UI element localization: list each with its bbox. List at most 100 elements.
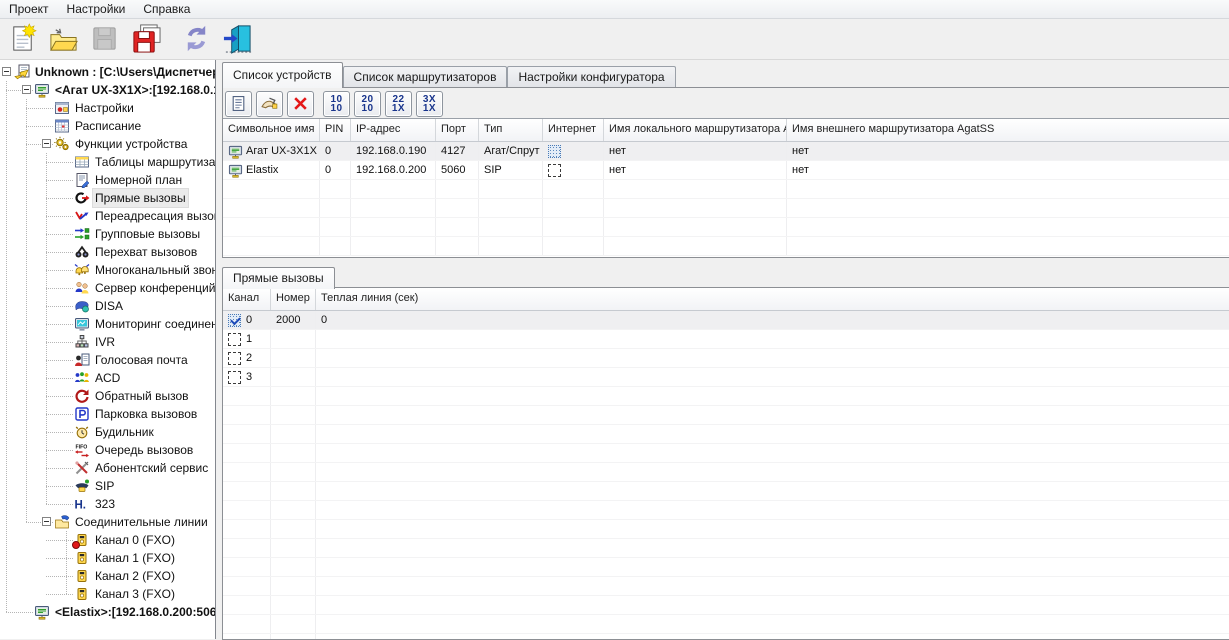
- direct-calls-row[interactable]: 1: [223, 330, 1229, 349]
- tree-item-sip[interactable]: SIP: [0, 477, 215, 495]
- direct-calls-row[interactable]: 3: [223, 368, 1229, 387]
- column-header[interactable]: Тип: [479, 119, 543, 141]
- column-header[interactable]: Интернет: [543, 119, 604, 141]
- tree-item-call-parking[interactable]: Парковка вызовов: [0, 405, 215, 423]
- tree-item-acd[interactable]: ACD: [0, 369, 215, 387]
- tree-item-functions[interactable]: Функции устройства: [0, 135, 215, 153]
- direct-calls-row[interactable]: [223, 615, 1229, 634]
- column-header[interactable]: PIN: [320, 119, 351, 141]
- device-type-3x-1x-button[interactable]: 3X 1X: [416, 91, 443, 117]
- tree-item-schedule[interactable]: Расписание: [0, 117, 215, 135]
- tree-item-call-forwarding[interactable]: Переадресация вызовов: [0, 207, 215, 225]
- direct-calls-row[interactable]: 2: [223, 349, 1229, 368]
- tab-router-list[interactable]: Список маршрутизаторов: [343, 66, 508, 87]
- cell: [787, 237, 1229, 255]
- tree-item-trunk-lines[interactable]: Соединительные линии: [0, 513, 215, 531]
- direct-calls-row[interactable]: [223, 444, 1229, 463]
- tree-item-number-plan[interactable]: Номерной план: [0, 171, 215, 189]
- column-header[interactable]: Имя локального маршрутизатора AgatSS: [604, 119, 787, 141]
- tree-item-subscriber-service[interactable]: Абонентский сервис: [0, 459, 215, 477]
- direct-calls-row[interactable]: 020000: [223, 311, 1229, 330]
- cell: [604, 199, 787, 217]
- save-all-button[interactable]: [126, 21, 164, 57]
- tree-item-direct-calls[interactable]: Прямые вызовы: [0, 189, 215, 207]
- tab-device-list[interactable]: Список устройств: [222, 62, 343, 88]
- tree-item-voicemail[interactable]: Голосовая почта: [0, 351, 215, 369]
- direct-calls-row[interactable]: [223, 463, 1229, 482]
- device-type-22-1x-button[interactable]: 22 1X: [385, 91, 412, 117]
- direct-calls-row[interactable]: [223, 501, 1229, 520]
- tree-item-multichannel-ring[interactable]: Многоканальный звонок: [0, 261, 215, 279]
- tree-item-monitoring[interactable]: Мониторинг соединений: [0, 315, 215, 333]
- tree-item-routing-tables[interactable]: Таблицы маршрутизации: [0, 153, 215, 171]
- tree-item-channel[interactable]: Канал 1 (FXO): [0, 549, 215, 567]
- device-table-row[interactable]: [223, 218, 1229, 237]
- tree-item-disa[interactable]: DISA: [0, 297, 215, 315]
- column-header[interactable]: Имя внешнего маршрутизатора AgatSS: [787, 119, 1229, 141]
- direct-calls-row[interactable]: [223, 482, 1229, 501]
- tree-item-call-queue[interactable]: FIFOОчередь вызовов: [0, 441, 215, 459]
- delete-device-button[interactable]: [287, 91, 314, 117]
- device-properties-button[interactable]: [225, 91, 252, 117]
- direct-calls-row[interactable]: [223, 406, 1229, 425]
- column-header[interactable]: Символьное имя: [223, 119, 320, 141]
- tab-configurator-settings[interactable]: Настройки конфигуратора: [507, 66, 675, 87]
- channel-checkbox[interactable]: [228, 352, 241, 365]
- device-table-row[interactable]: [223, 180, 1229, 199]
- column-header[interactable]: Канал: [223, 288, 271, 310]
- tree-item-ivr[interactable]: IVR: [0, 333, 215, 351]
- direct-calls-row[interactable]: [223, 539, 1229, 558]
- tree-item-device[interactable]: <Elastix>:[192.168.0.200:5060]: [0, 603, 215, 621]
- refresh-button[interactable]: [177, 21, 215, 57]
- column-header[interactable]: Порт: [436, 119, 479, 141]
- device-table-row[interactable]: [223, 237, 1229, 256]
- column-header[interactable]: Теплая линия (сек): [316, 288, 1229, 310]
- tree-item-project[interactable]: Unknown : [C:\Users\Диспетчер: [0, 63, 215, 81]
- device-icon: [34, 82, 50, 98]
- tree-expander-minus[interactable]: [22, 85, 31, 94]
- direct-calls-row[interactable]: [223, 558, 1229, 577]
- direct-calls-row[interactable]: [223, 634, 1229, 639]
- channel-checkbox[interactable]: [228, 333, 241, 346]
- new-project-button[interactable]: [3, 21, 41, 57]
- internet-checkbox[interactable]: [548, 145, 561, 158]
- direct-calls-row[interactable]: [223, 425, 1229, 444]
- channel-checkbox[interactable]: [228, 314, 241, 327]
- internet-checkbox[interactable]: [548, 164, 561, 177]
- tree-item-device[interactable]: <Агат UX-3X1X>:[192.168.0.190:4127]: [0, 81, 215, 99]
- menu-help[interactable]: Справка: [134, 1, 199, 17]
- exit-button[interactable]: [218, 21, 256, 57]
- tree-expander-minus[interactable]: [2, 67, 11, 76]
- tree-item-group-calls[interactable]: Групповые вызовы: [0, 225, 215, 243]
- device-type-20-10-button[interactable]: 20 10: [354, 91, 381, 117]
- tree-item-channel[interactable]: Канал 2 (FXO): [0, 567, 215, 585]
- tree-item-alarm[interactable]: Будильник: [0, 423, 215, 441]
- device-table-row[interactable]: [223, 199, 1229, 218]
- tree-item-label: ACD: [93, 369, 122, 387]
- direct-calls-row[interactable]: [223, 520, 1229, 539]
- menu-project[interactable]: Проект: [0, 1, 58, 17]
- column-header[interactable]: IP-адрес: [351, 119, 436, 141]
- direct-calls-row[interactable]: [223, 387, 1229, 406]
- tree-item-call-pickup[interactable]: Перехват вызовов: [0, 243, 215, 261]
- tree-expander-minus[interactable]: [42, 139, 51, 148]
- device-table-row[interactable]: Elastix0192.168.0.2005060SIPнетнет: [223, 161, 1229, 180]
- direct-calls-row[interactable]: [223, 596, 1229, 615]
- channel-checkbox[interactable]: [228, 371, 241, 384]
- open-project-button[interactable]: [44, 21, 82, 57]
- edit-device-button[interactable]: [256, 91, 283, 117]
- tree-item-channel[interactable]: Канал 3 (FXO): [0, 585, 215, 603]
- column-header[interactable]: Номер: [271, 288, 316, 310]
- tree-item-conference-server[interactable]: Сервер конференций: [0, 279, 215, 297]
- devices-table-header: Символьное имяPINIP-адресПортТипИнтернет…: [223, 119, 1229, 142]
- tree-item-settings[interactable]: Настройки: [0, 99, 215, 117]
- device-table-row[interactable]: Агат UX-3X1X0192.168.0.1904127Агат/Спрут…: [223, 142, 1229, 161]
- direct-calls-row[interactable]: [223, 577, 1229, 596]
- tab-direct-calls[interactable]: Прямые вызовы: [222, 267, 335, 289]
- tree-item-channel[interactable]: Канал 0 (FXO): [0, 531, 215, 549]
- tree-item-h323[interactable]: H.323: [0, 495, 215, 513]
- menu-settings[interactable]: Настройки: [58, 1, 135, 17]
- tree-item-callback[interactable]: Обратный вызов: [0, 387, 215, 405]
- device-type-10-10-button[interactable]: 10 10: [323, 91, 350, 117]
- tree-expander-minus[interactable]: [42, 517, 51, 526]
